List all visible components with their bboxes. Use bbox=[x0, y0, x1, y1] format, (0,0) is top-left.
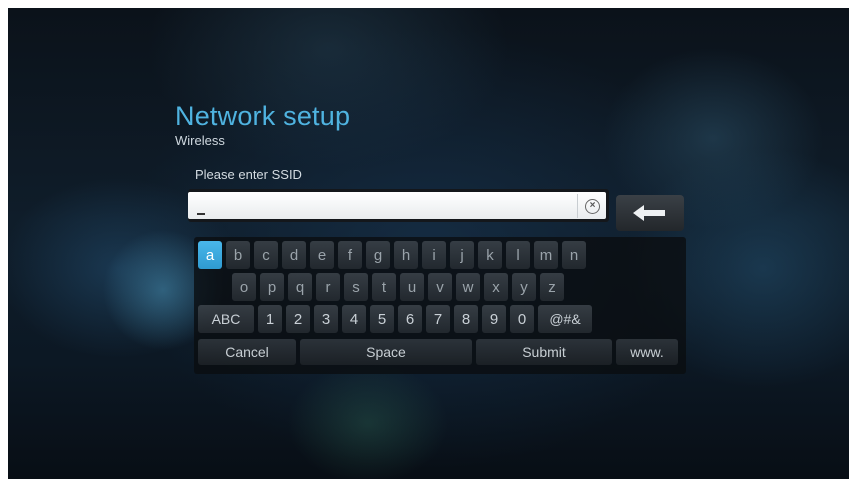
key-u[interactable]: u bbox=[400, 273, 424, 301]
key-digit-6[interactable]: 6 bbox=[398, 305, 422, 333]
key-digit-5[interactable]: 5 bbox=[370, 305, 394, 333]
key-digit-2[interactable]: 2 bbox=[286, 305, 310, 333]
key-digit-9[interactable]: 9 bbox=[482, 305, 506, 333]
key-v[interactable]: v bbox=[428, 273, 452, 301]
key-r[interactable]: r bbox=[316, 273, 340, 301]
key-w[interactable]: w bbox=[456, 273, 480, 301]
key-t[interactable]: t bbox=[372, 273, 396, 301]
keyboard-row-letters-1: abcdefghijklmn bbox=[198, 241, 590, 269]
clear-circle-x-icon: × bbox=[585, 198, 600, 214]
key-s[interactable]: s bbox=[344, 273, 368, 301]
on-screen-keyboard: abcdefghijklmn opqrstuvwxyz ABC 12345678… bbox=[194, 237, 686, 374]
key-b[interactable]: b bbox=[226, 241, 250, 269]
key-n[interactable]: n bbox=[562, 241, 586, 269]
keyboard-row-numbers: ABC 1234567890 @#& bbox=[198, 305, 592, 333]
key-h[interactable]: h bbox=[394, 241, 418, 269]
key-k[interactable]: k bbox=[478, 241, 502, 269]
key-digit-8[interactable]: 8 bbox=[454, 305, 478, 333]
key-j[interactable]: j bbox=[450, 241, 474, 269]
backspace-arrow-icon bbox=[633, 205, 665, 221]
key-digit-3[interactable]: 3 bbox=[314, 305, 338, 333]
key-l[interactable]: l bbox=[506, 241, 530, 269]
key-q[interactable]: q bbox=[288, 273, 312, 301]
key-e[interactable]: e bbox=[310, 241, 334, 269]
page-title: Network setup bbox=[175, 101, 351, 131]
keyboard-row-letters-2: opqrstuvwxyz bbox=[232, 273, 568, 301]
tv-screen: Network setup Wireless Please enter SSID… bbox=[8, 8, 849, 479]
clear-button[interactable]: × bbox=[577, 194, 607, 218]
key-c[interactable]: c bbox=[254, 241, 278, 269]
ssid-prompt: Please enter SSID bbox=[195, 167, 302, 182]
page-subtitle: Wireless bbox=[175, 133, 225, 148]
key-y[interactable]: y bbox=[512, 273, 536, 301]
key-f[interactable]: f bbox=[338, 241, 362, 269]
key-a[interactable]: a bbox=[198, 241, 222, 269]
key-digit-7[interactable]: 7 bbox=[426, 305, 450, 333]
key-z[interactable]: z bbox=[540, 273, 564, 301]
digit-keys: 1234567890 bbox=[258, 305, 538, 333]
key-g[interactable]: g bbox=[366, 241, 390, 269]
key-symbols[interactable]: @#& bbox=[538, 305, 592, 333]
space-key[interactable]: Space bbox=[300, 339, 472, 365]
key-d[interactable]: d bbox=[282, 241, 306, 269]
key-abc-mode[interactable]: ABC bbox=[198, 305, 254, 333]
submit-button[interactable]: Submit bbox=[476, 339, 612, 365]
key-m[interactable]: m bbox=[534, 241, 558, 269]
key-o[interactable]: o bbox=[232, 273, 256, 301]
ssid-input[interactable] bbox=[188, 192, 606, 219]
keyboard-row-actions: Cancel Space Submit www. bbox=[198, 339, 678, 365]
text-cursor bbox=[197, 213, 205, 215]
key-digit-4[interactable]: 4 bbox=[342, 305, 366, 333]
key-digit-1[interactable]: 1 bbox=[258, 305, 282, 333]
backspace-button[interactable] bbox=[616, 195, 684, 231]
cancel-button[interactable]: Cancel bbox=[198, 339, 296, 365]
key-p[interactable]: p bbox=[260, 273, 284, 301]
key-digit-0[interactable]: 0 bbox=[510, 305, 534, 333]
key-x[interactable]: x bbox=[484, 273, 508, 301]
www-key[interactable]: www. bbox=[616, 339, 678, 365]
key-i[interactable]: i bbox=[422, 241, 446, 269]
